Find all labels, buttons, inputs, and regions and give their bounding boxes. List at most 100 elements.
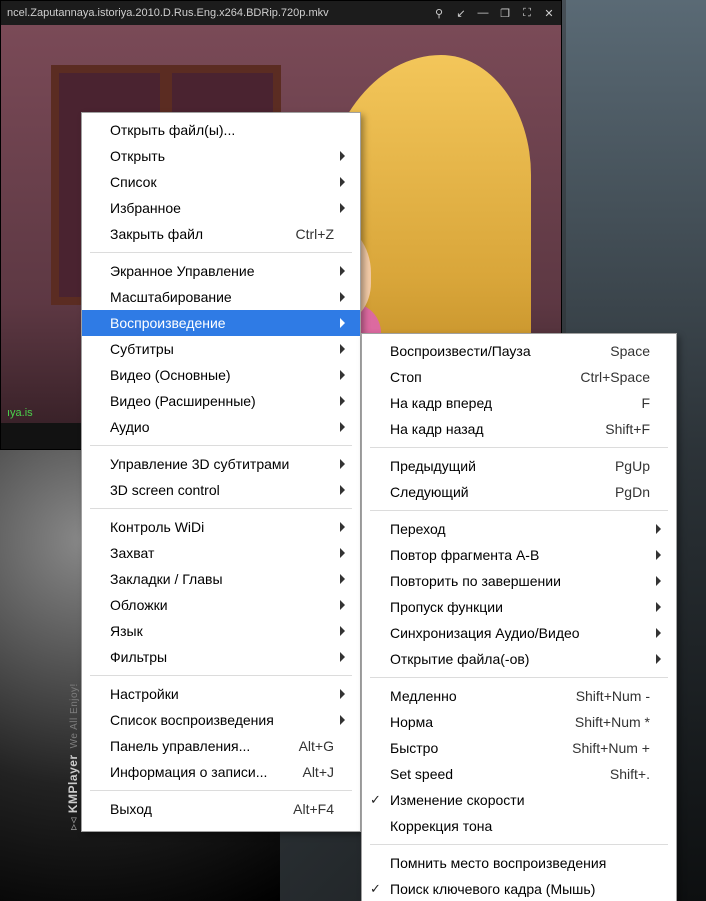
menu-item-label: Воспроизведение — [110, 315, 334, 331]
menu-separator — [90, 252, 352, 253]
menu-item-label: Предыдущий — [390, 458, 607, 474]
menu-item-tone-correction[interactable]: Коррекция тона — [362, 813, 676, 839]
menu-item-label: Фильтры — [110, 649, 334, 665]
menu-item-label: Избранное — [110, 200, 334, 216]
menu-item-shortcut: Shift+Num * — [575, 714, 650, 730]
menu-item-label: Язык — [110, 623, 334, 639]
menu-item-screen-control[interactable]: Экранное Управление — [82, 258, 360, 284]
menu-item-close-file[interactable]: Закрыть файл Ctrl+Z — [82, 221, 360, 247]
menu-item-av-sync[interactable]: Синхронизация Аудио/Видео — [362, 620, 676, 646]
menu-item-label: Пропуск функции — [390, 599, 650, 615]
menu-item-label: Закрыть файл — [110, 226, 288, 242]
menu-item-record-info[interactable]: Информация о записи...Alt+J — [82, 759, 360, 785]
menu-item-label: Захват — [110, 545, 334, 561]
menu-item-frame-back[interactable]: На кадр назадShift+F — [362, 416, 676, 442]
menu-item-label: Изменение скорости — [390, 792, 650, 808]
menu-item-previous[interactable]: ПредыдущийPgUp — [362, 453, 676, 479]
menu-item-label: Выход — [110, 801, 285, 817]
menu-item-ab-repeat[interactable]: Повтор фрагмента A-B — [362, 542, 676, 568]
menu-item-language[interactable]: Язык — [82, 618, 360, 644]
minimize-icon[interactable]: — — [477, 7, 489, 20]
menu-item-subtitles[interactable]: Субтитры — [82, 336, 360, 362]
menu-item-label: Стоп — [390, 369, 572, 385]
menu-item-open[interactable]: Открыть — [82, 143, 360, 169]
menu-separator — [90, 675, 352, 676]
menu-item-3d-subtitles[interactable]: Управление 3D субтитрами — [82, 451, 360, 477]
menu-item-label: Открыть — [110, 148, 334, 164]
close-icon[interactable]: ✕ — [543, 7, 555, 20]
menu-item-label: Следующий — [390, 484, 607, 500]
menu-item-favorites[interactable]: Избранное — [82, 195, 360, 221]
menu-item-capture[interactable]: Захват — [82, 540, 360, 566]
menu-item-shortcut: Shift+Num - — [576, 688, 650, 704]
menu-item-list[interactable]: Список — [82, 169, 360, 195]
menu-item-video-basic[interactable]: Видео (Основные) — [82, 362, 360, 388]
menu-item-skip-function[interactable]: Пропуск функции — [362, 594, 676, 620]
titlebar: ncel.Zaputannaya.istoriya.2010.D.Rus.Eng… — [1, 1, 561, 25]
pin-icon[interactable]: ⚲ — [433, 7, 445, 20]
menu-item-next[interactable]: Следующий PgDn — [362, 479, 676, 505]
menu-item-zoom[interactable]: Масштабирование — [82, 284, 360, 310]
menu-item-stop[interactable]: Стоп Ctrl+Space — [362, 364, 676, 390]
menu-item-bookmarks-chapters[interactable]: Закладки / Главы — [82, 566, 360, 592]
menu-item-playlist[interactable]: Список воспроизведения — [82, 707, 360, 733]
menu-item-keyframe-seek[interactable]: Поиск ключевого кадра (Мышь) — [362, 876, 676, 901]
context-menu-main: Открыть файл(ы)... Открыть Список Избранное… — [81, 112, 361, 832]
menu-item-covers[interactable]: Обложки — [82, 592, 360, 618]
menu-item-widi-control[interactable]: Контроль WiDi — [82, 514, 360, 540]
menu-item-label: Set speed — [390, 766, 602, 782]
menu-item-filters[interactable]: Фильтры — [82, 644, 360, 670]
menu-item-control-panel[interactable]: Панель управления... Alt+G — [82, 733, 360, 759]
menu-item-label: Повтор фрагмента A-B — [390, 547, 650, 563]
menu-item-shortcut: PgDn — [615, 484, 650, 500]
menu-item-label: Аудио — [110, 419, 334, 435]
menu-item-fast[interactable]: БыстроShift+Num + — [362, 735, 676, 761]
menu-item-label: Быстро — [390, 740, 564, 756]
menu-item-video-advanced[interactable]: Видео (Расширенные) — [82, 388, 360, 414]
menu-separator — [90, 445, 352, 446]
menu-item-shortcut: Shift+. — [610, 766, 650, 782]
video-caption: ıya.is — [7, 407, 33, 419]
menu-item-shortcut: F — [641, 395, 650, 411]
menu-item-audio[interactable]: Аудио — [82, 414, 360, 440]
menu-item-label: Обложки — [110, 597, 334, 613]
compact-icon[interactable]: ↙ — [455, 7, 467, 20]
menu-item-label: Норма — [390, 714, 567, 730]
menu-item-normal[interactable]: Норма Shift+Num * — [362, 709, 676, 735]
menu-item-label: Воспроизвести/Пауза — [390, 343, 602, 359]
menu-item-slow[interactable]: МедленноShift+Num - — [362, 683, 676, 709]
menu-item-speed-change[interactable]: Изменение скорости — [362, 787, 676, 813]
menu-item-label: Открытие файла(-ов) — [390, 651, 650, 667]
restore-icon[interactable]: ❐ — [499, 7, 511, 20]
menu-separator — [370, 844, 668, 845]
menu-item-shortcut: Ctrl+Z — [296, 226, 335, 242]
menu-item-label: Информация о записи... — [110, 764, 294, 780]
menu-item-set-speed[interactable]: Set speed Shift+. — [362, 761, 676, 787]
menu-item-repeat-on-end[interactable]: Повторить по завершении — [362, 568, 676, 594]
menu-item-label: На кадр назад — [390, 421, 597, 437]
menu-item-3d-screen-control[interactable]: 3D screen control — [82, 477, 360, 503]
menu-item-play-pause[interactable]: Воспроизвести/ПаузаSpace — [362, 338, 676, 364]
menu-item-open-files[interactable]: Открыть файл(ы)... — [82, 117, 360, 143]
menu-item-jump[interactable]: Переход — [362, 516, 676, 542]
maximize-icon[interactable]: ⛶ — [521, 7, 533, 20]
menu-item-label: Панель управления... — [110, 738, 291, 754]
menu-item-remember-position[interactable]: Помнить место воспроизведения — [362, 850, 676, 876]
menu-separator — [370, 510, 668, 511]
menu-item-label: Список — [110, 174, 334, 190]
menu-item-settings[interactable]: Настройки — [82, 681, 360, 707]
menu-item-exit[interactable]: ВыходAlt+F4 — [82, 796, 360, 822]
menu-item-label: Контроль WiDi — [110, 519, 334, 535]
menu-item-playback[interactable]: Воспроизведение — [82, 310, 360, 336]
menu-item-label: Список воспроизведения — [110, 712, 334, 728]
menu-item-shortcut: Alt+G — [299, 738, 334, 754]
menu-item-frame-forward[interactable]: На кадр впередF — [362, 390, 676, 416]
menu-item-label: 3D screen control — [110, 482, 334, 498]
menu-separator — [90, 508, 352, 509]
menu-item-file-opening[interactable]: Открытие файла(-ов) — [362, 646, 676, 672]
menu-separator — [90, 790, 352, 791]
menu-item-shortcut: Ctrl+Space — [580, 369, 650, 385]
menu-item-label: Экранное Управление — [110, 263, 334, 279]
menu-item-label: Видео (Расширенные) — [110, 393, 334, 409]
menu-item-label: Настройки — [110, 686, 334, 702]
